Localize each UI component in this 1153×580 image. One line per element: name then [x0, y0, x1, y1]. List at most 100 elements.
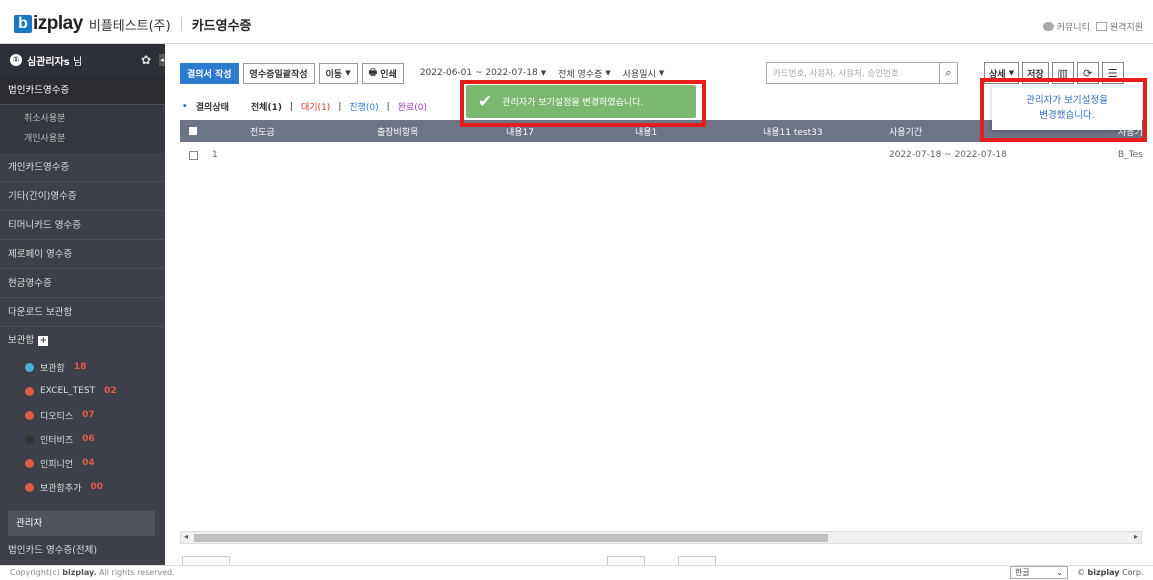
folder-label: 디오티스 — [40, 411, 74, 422]
pager-control[interactable] — [607, 556, 645, 565]
pager-control[interactable] — [182, 556, 230, 565]
footer: Copyright(c) bizplay. All rights reserve… — [0, 565, 1153, 580]
title-divider — [180, 17, 182, 31]
company-name: 비플테스트(주) — [88, 18, 171, 34]
logo[interactable]: b izplay 비플테스트(주) 카드영수증 — [14, 13, 252, 35]
sort-dropdown[interactable]: 사용일시 ▼ — [623, 67, 665, 80]
sidebar-item-admin-corporate-all[interactable]: 법인카드 영수증(전체) — [8, 542, 97, 556]
pager-control[interactable] — [678, 556, 716, 565]
folder-dot-icon — [25, 458, 34, 468]
row-checkbox[interactable] — [189, 151, 198, 160]
batch-create-button[interactable]: 영수증일괄작성 — [242, 62, 315, 84]
folder-count: 18 — [73, 362, 87, 372]
folder-item[interactable]: 보관함추가 00 — [0, 475, 165, 499]
folder-item[interactable]: EXCEL_TEST 02 — [0, 379, 165, 403]
folder-count: 07 — [82, 410, 95, 420]
remote-support-link[interactable]: 원격지원 — [1095, 20, 1143, 33]
status-label: 결의상태 — [195, 103, 229, 113]
search-icon[interactable]: ⌕ — [939, 63, 957, 83]
folders-header: 보관함 + — [0, 327, 165, 355]
create-resolution-button[interactable]: 결의서 작성 — [180, 62, 239, 84]
search-input[interactable]: 카드번호, 사용자, 사용처, 승인번호 — [767, 67, 939, 79]
user-icon: ① — [10, 54, 22, 66]
scroll-thumb[interactable] — [194, 534, 828, 542]
chat-icon — [1042, 22, 1054, 31]
select-all-checkbox[interactable] — [189, 127, 197, 135]
folder-dot-icon — [25, 482, 34, 492]
add-folder-icon[interactable]: + — [38, 336, 49, 346]
folder-label: 인피니언 — [40, 459, 74, 470]
horizontal-scrollbar[interactable]: ◂ ▸ — [180, 531, 1142, 544]
column-header[interactable]: 전도금 — [250, 125, 275, 138]
copyright: Copyright(c) bizplay. All rights reserve… — [10, 568, 175, 577]
search-box: 카드번호, 사용자, 사용처, 승인번호 ⌕ — [766, 62, 958, 84]
folder-dot-icon — [25, 410, 34, 420]
status-all[interactable]: 전체(1) — [251, 100, 282, 113]
profile[interactable]: ① 심관리자s 님 ✿ ◂ — [0, 44, 165, 76]
community-link[interactable]: 커뮤니티 — [1042, 20, 1090, 33]
remote-support-label: 원격지원 — [1109, 23, 1143, 33]
printer-icon: 🖶 — [368, 68, 378, 78]
row-period: 2022-07-18 ~ 2022-07-18 — [889, 150, 1007, 160]
folder-dot-icon — [25, 386, 34, 396]
folders-header-label: 보관함 — [8, 335, 35, 346]
move-label: 이동 — [325, 69, 343, 80]
sidebar-item-tmoney[interactable]: 티머니카드 영수증 — [0, 211, 165, 240]
status-wait[interactable]: 대기(1) — [301, 100, 330, 113]
sort-label: 사용일시 — [622, 69, 656, 80]
chevron-down-icon: ▼ — [540, 69, 547, 77]
top-header: b izplay 비플테스트(주) 카드영수증 커뮤니티 원격지원 — [0, 0, 1153, 44]
sidebar-item-personal-card[interactable]: 개인카드영수증 — [0, 153, 165, 182]
table-row[interactable]: 1 2022-07-18 ~ 2022-07-18 B_Tes — [180, 146, 1145, 166]
folder-item[interactable]: 인피니언 04 — [0, 451, 165, 475]
folder-count: 06 — [82, 434, 95, 444]
sidebar-item-personal-use[interactable]: 개인사용분 — [0, 129, 165, 149]
monitor-icon — [1095, 22, 1107, 31]
sidebar: ① 심관리자s 님 ✿ ◂ 법인카드영수증 취소사용분 개인사용분 개인카드영수… — [0, 44, 165, 565]
chevron-down-icon: ⌄ — [1056, 568, 1063, 577]
column-header[interactable]: 사용기간 — [889, 125, 922, 138]
admin-header[interactable]: 관리자 — [8, 511, 155, 536]
top-links: 커뮤니티 원격지원 — [1042, 20, 1143, 33]
profile-name: 심관리자s 님 — [27, 56, 83, 68]
print-button[interactable]: 🖶 인쇄 — [361, 62, 404, 84]
folder-label: EXCEL_TEST — [40, 386, 96, 396]
folder-item[interactable]: 보관함 18 — [0, 355, 165, 379]
date-range-dropdown[interactable]: 2022-06-01 ~ 2022-07-18 ▼ — [420, 68, 546, 78]
date-range-label: 2022-06-01 ~ 2022-07-18 — [419, 68, 538, 78]
sidebar-item-other-receipt[interactable]: 기타(간이)영수증 — [0, 182, 165, 211]
chevron-down-icon: ▼ — [658, 69, 665, 77]
folder-label: 인터비즈 — [40, 435, 74, 446]
folder-label: 보관함 — [40, 363, 65, 374]
sidebar-item-zeropay[interactable]: 제로페이 영수증 — [0, 240, 165, 269]
column-header[interactable]: 출장비항목 — [377, 125, 418, 138]
scroll-right-icon[interactable]: ▸ — [1134, 532, 1138, 541]
scroll-left-icon[interactable]: ◂ — [184, 532, 188, 541]
receipt-filter-dropdown[interactable]: 전체 영수증 ▼ — [558, 67, 611, 80]
folder-item[interactable]: 인터비즈 06 — [0, 427, 165, 451]
page-title: 카드영수증 — [191, 18, 252, 34]
status-filter: • 결의상태 전체(1) | 대기(1) | 진행(0) | 완료(0) — [182, 100, 427, 114]
folder-count: 02 — [104, 386, 117, 396]
chevron-down-icon: ▼ — [1008, 69, 1015, 77]
move-button[interactable]: 이동 ▼ — [318, 62, 358, 84]
sidebar-item-cash-receipt[interactable]: 현금영수증 — [0, 269, 165, 298]
folder-label: 보관함추가 — [40, 483, 82, 494]
logo-text: izplay — [33, 13, 83, 34]
sidebar-item-corporate-card[interactable]: 법인카드영수증 — [0, 76, 165, 105]
chevron-down-icon: ▼ — [605, 69, 611, 77]
community-label: 커뮤니티 — [1056, 23, 1090, 33]
print-label: 인쇄 — [380, 69, 397, 80]
sidebar-item-canceled[interactable]: 취소사용분 — [0, 109, 165, 129]
status-progress[interactable]: 진행(0) — [349, 100, 378, 113]
gear-icon[interactable]: ✿ — [141, 53, 151, 67]
language-select[interactable]: 한글 ⌄ — [1010, 566, 1068, 579]
highlight-box — [980, 78, 1147, 142]
column-header[interactable]: 내용11 test33 — [763, 125, 823, 138]
footer-brand: © bizplay Corp. — [1077, 568, 1144, 577]
folder-dot-icon — [25, 362, 34, 372]
collapse-sidebar-icon[interactable]: ◂ — [159, 54, 165, 66]
status-done[interactable]: 완료(0) — [398, 100, 427, 113]
sidebar-item-download-box[interactable]: 다운로드 보관함 — [0, 298, 165, 327]
folder-item[interactable]: 디오티스 07 — [0, 403, 165, 427]
